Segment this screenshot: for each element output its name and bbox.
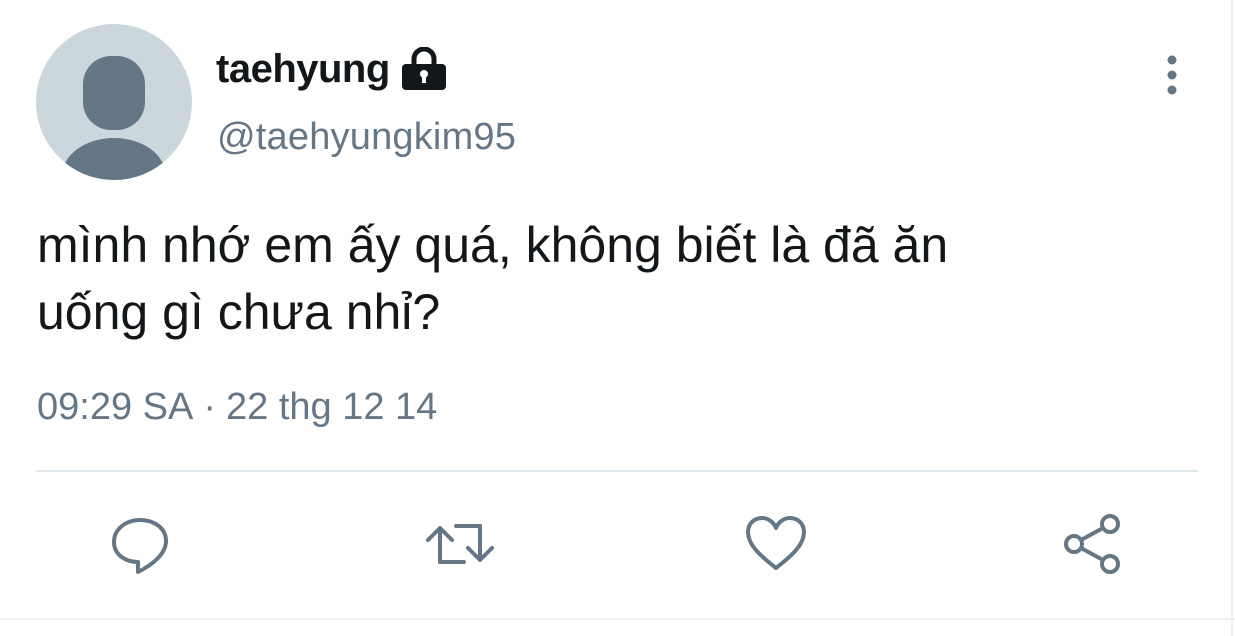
tweet-timestamp[interactable]: 09:29 SA · 22 thg 12 14 — [37, 386, 437, 429]
divider — [36, 470, 1198, 472]
retweet-button[interactable] — [424, 512, 494, 576]
default-avatar-icon — [36, 24, 192, 180]
like-button[interactable] — [744, 512, 808, 576]
tweet-date: 22 thg 12 14 — [226, 386, 438, 428]
more-options-icon[interactable] — [1150, 50, 1194, 100]
tweet-text: mình nhớ em ấy quá, không biết là đã ăn … — [37, 217, 949, 340]
share-button[interactable] — [1060, 512, 1124, 576]
avatar[interactable] — [36, 24, 192, 180]
share-icon — [1064, 514, 1120, 574]
display-name[interactable]: taehyung — [216, 47, 390, 92]
reply-icon — [112, 518, 168, 574]
user-handle[interactable]: @taehyungkim95 — [217, 116, 516, 159]
heart-icon — [746, 516, 806, 570]
reply-button[interactable] — [108, 512, 172, 576]
right-edge — [1231, 0, 1233, 636]
meta-separator: · — [203, 386, 216, 428]
tweet-time: 09:29 SA — [37, 386, 194, 428]
author-name-row: taehyung — [216, 44, 448, 94]
bottom-divider — [0, 618, 1235, 620]
retweet-icon — [426, 524, 494, 564]
tweet-card: taehyung @taehyungkim95 mình nhớ em ấy q… — [0, 0, 1235, 636]
lock-icon — [400, 46, 448, 91]
